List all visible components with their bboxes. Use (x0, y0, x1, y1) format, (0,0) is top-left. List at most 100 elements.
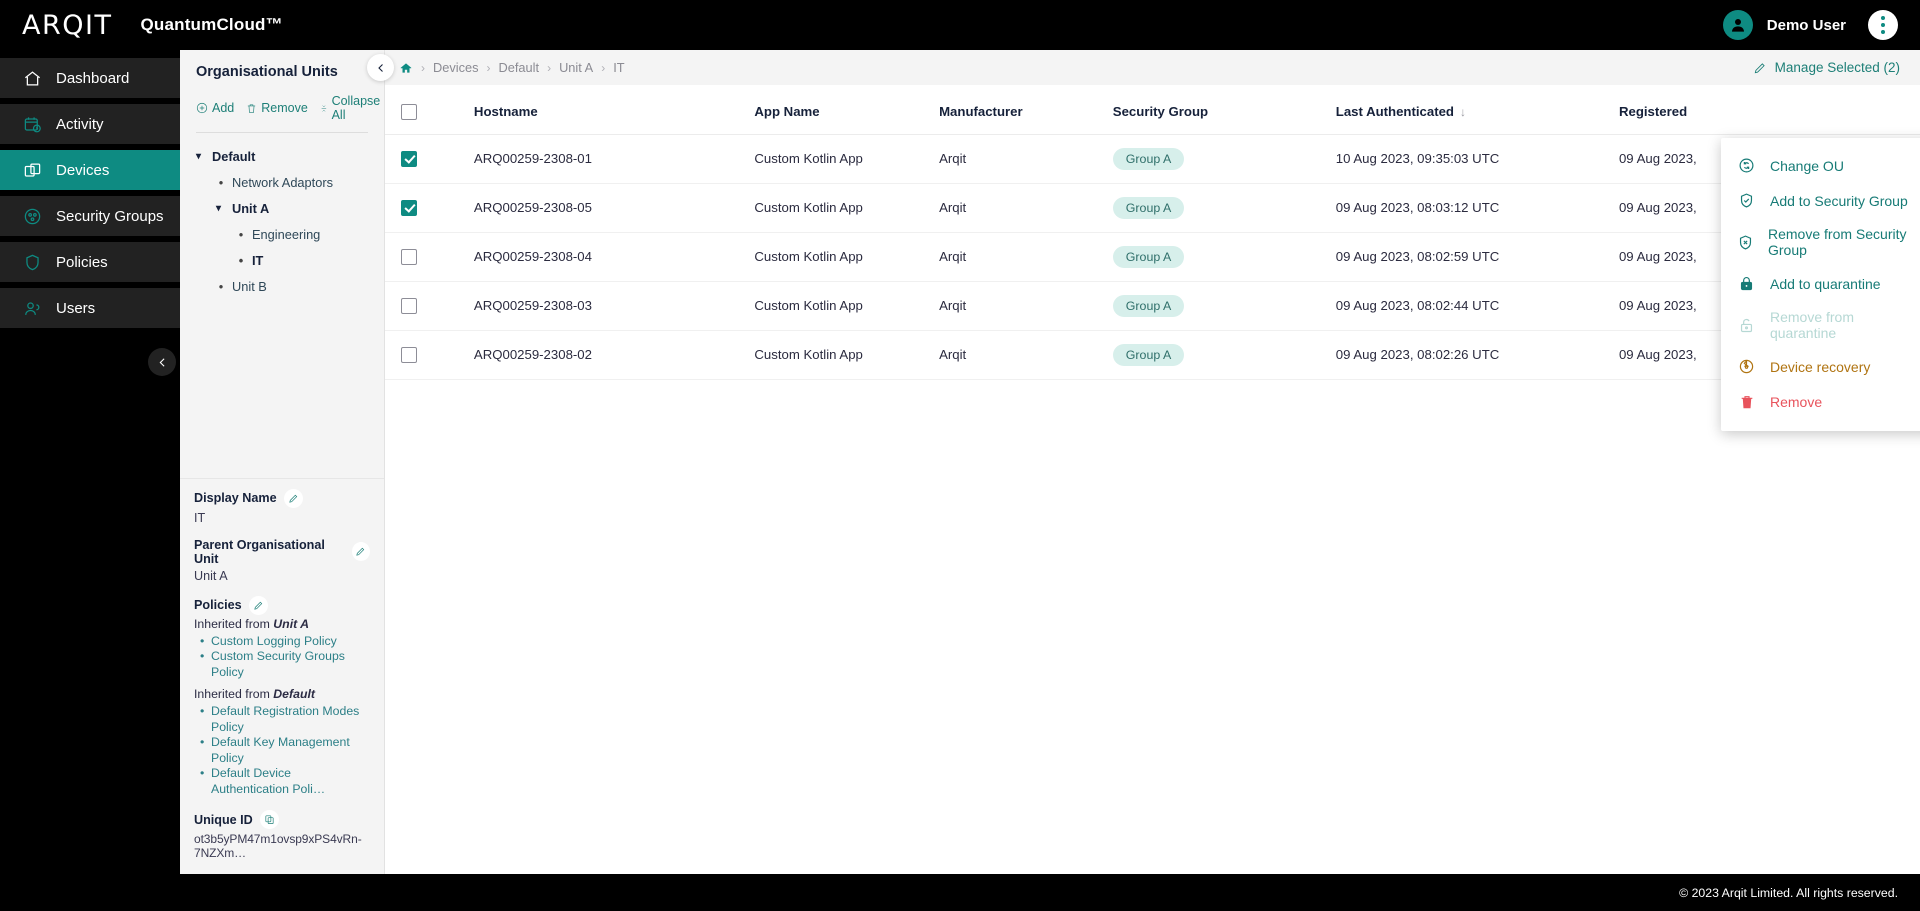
sort-descending-icon: ↓ (1460, 104, 1466, 119)
table-row[interactable]: ARQ00259-2308-02 Custom Kotlin App Arqit… (385, 330, 1920, 380)
breadcrumb-bar: › Devices › Default › Unit A › IT Manage… (367, 50, 1920, 85)
display-name-label-wrap: Display Name (194, 488, 370, 508)
sidebar-item-security-groups[interactable]: Security Groups (0, 196, 180, 236)
breadcrumb-separator: › (547, 60, 552, 75)
row-checkbox[interactable] (401, 248, 417, 265)
row-checkbox[interactable] (401, 150, 417, 167)
menu-item-label: Remove from Security Group (1768, 226, 1907, 258)
sidebar-item-devices[interactable]: Devices (0, 150, 180, 190)
manage-selected-button[interactable]: Manage Selected (2) (1753, 60, 1900, 75)
inherited-source: Unit A (273, 616, 310, 631)
table-row[interactable]: ARQ00259-2308-03 Custom Kotlin App Arqit… (385, 281, 1920, 331)
menu-item-change-ou[interactable]: Change OU (1721, 148, 1920, 183)
column-security-group[interactable]: Security Group (1112, 85, 1336, 135)
table-row[interactable]: ARQ00259-2308-04 Custom Kotlin App Arqit… (385, 232, 1920, 282)
unique-id-label-wrap: Unique ID (194, 810, 370, 829)
home-icon (400, 62, 412, 73)
display-name-value: IT (194, 510, 206, 525)
menu-item-add-to-quarantine[interactable]: Add to quarantine (1721, 266, 1920, 301)
security-group-badge: Group A (1112, 294, 1185, 317)
menu-item-device-recovery[interactable]: Device recovery (1721, 349, 1920, 384)
manage-selected-label: Manage Selected (2) (1774, 60, 1900, 75)
ou-add-button[interactable]: Add (196, 101, 234, 115)
menu-item-remove[interactable]: Remove (1721, 384, 1920, 419)
security-group-badge: Group A (1112, 245, 1185, 268)
ou-panel-title: Organisational Units (196, 64, 338, 80)
cell-app-name: Custom Kotlin App (754, 134, 940, 184)
chevron-left-icon (377, 63, 383, 72)
column-last-authenticated[interactable]: Last Authenticated ↓ (1335, 85, 1619, 135)
pencil-icon (288, 494, 297, 503)
cell-manufacturer: Arqit (939, 183, 1113, 233)
ou-tree-node-default[interactable]: ▾ Default (190, 143, 376, 169)
change-ou-icon (1737, 156, 1756, 175)
policy-item[interactable]: Default Registration Modes Policy (200, 704, 370, 735)
table-row[interactable]: ARQ00259-2308-01 Custom Kotlin App Arqit… (385, 134, 1920, 184)
ou-node-label: Engineering (252, 226, 321, 242)
policy-item[interactable]: Default Key Management Policy (200, 735, 370, 766)
row-checkbox[interactable] (401, 346, 417, 363)
sidebar-item-label: Security Groups (56, 207, 164, 225)
shield-x-icon (1737, 233, 1754, 252)
username-label: Demo User (1766, 16, 1846, 34)
avatar[interactable] (1722, 10, 1753, 40)
lock-open-icon (1737, 316, 1756, 335)
bullet-icon: • (238, 226, 244, 242)
edit-parent-ou-button[interactable] (351, 542, 370, 561)
cell-hostname: ARQ00259-2308-05 (473, 183, 755, 233)
menu-item-add-to-security-group[interactable]: Add to Security Group (1721, 183, 1920, 218)
edit-display-name-button[interactable] (283, 488, 303, 508)
sidebar-item-policies[interactable]: Policies (0, 242, 180, 282)
ou-tree-node-it[interactable]: • IT (190, 247, 376, 273)
column-last-authenticated-label: Last Authenticated (1335, 103, 1454, 119)
copy-unique-id-button[interactable] (259, 810, 279, 829)
sidebar-collapse-button[interactable] (148, 348, 176, 376)
row-checkbox[interactable] (401, 297, 417, 314)
ou-remove-button[interactable]: Remove (246, 101, 308, 115)
policy-item[interactable]: Custom Security Groups Policy (200, 649, 370, 680)
ou-collapse-all-button[interactable]: Collapse All (320, 94, 383, 122)
breadcrumb-home-button[interactable] (399, 61, 413, 75)
column-registered[interactable]: Registered (1618, 85, 1920, 135)
column-manufacturer[interactable]: Manufacturer (939, 85, 1113, 135)
main-content: › Devices › Default › Unit A › IT Manage… (367, 50, 1920, 874)
cell-manufacturer: Arqit (939, 330, 1113, 380)
menu-item-remove-from-security-group[interactable]: Remove from Security Group (1721, 218, 1920, 266)
lock-closed-icon (1737, 274, 1756, 293)
select-all-cell (385, 85, 474, 135)
policy-list-unit-a: Custom Logging Policy Custom Security Gr… (200, 634, 370, 681)
breadcrumb-item-it[interactable]: IT (613, 60, 624, 75)
ou-tree-node-unit-a[interactable]: ▾ Unit A (190, 195, 376, 221)
ou-tree-node-unit-b[interactable]: • Unit B (190, 273, 376, 299)
breadcrumb-item-devices[interactable]: Devices (433, 60, 479, 75)
ou-tree-node-network-adaptors[interactable]: • Network Adaptors (190, 169, 376, 195)
ou-add-label: Add (212, 101, 235, 115)
more-menu-button[interactable] (1868, 10, 1898, 40)
footer: © 2023 Arqit Limited. All rights reserve… (0, 874, 1920, 911)
ou-tree-node-engineering[interactable]: • Engineering (190, 221, 376, 247)
breadcrumb-item-unit-a[interactable]: Unit A (559, 60, 593, 75)
select-all-checkbox[interactable] (401, 103, 417, 120)
edit-policies-button[interactable] (248, 595, 268, 615)
policy-item[interactable]: Default Device Authentication Poli… (200, 766, 370, 797)
table-row[interactable]: ARQ00259-2308-05 Custom Kotlin App Arqit… (385, 183, 1920, 233)
shield-check-icon (1737, 191, 1756, 210)
chevron-left-icon (159, 357, 165, 367)
ou-actions: Add Remove Collapse All (196, 94, 380, 122)
pencil-icon (1754, 62, 1765, 73)
app-body: Dashboard Activity Devices Security Grou… (0, 50, 1920, 874)
policy-item[interactable]: Custom Logging Policy (200, 634, 370, 650)
security-group-badge: Group A (1112, 147, 1185, 170)
row-checkbox[interactable] (401, 199, 417, 216)
breadcrumb-item-default[interactable]: Default (499, 60, 540, 75)
sidebar-item-dashboard[interactable]: Dashboard (0, 58, 180, 98)
bullet-icon: • (238, 252, 244, 268)
column-hostname[interactable]: Hostname (473, 85, 755, 135)
column-app-name[interactable]: App Name (754, 85, 940, 135)
sidebar-item-users[interactable]: Users (0, 288, 180, 328)
ou-panel-collapse-button[interactable] (367, 54, 394, 81)
sidebar-item-activity[interactable]: Activity (0, 104, 180, 144)
unique-id-row: Unique ID ot3b5yPM47m1ovsp9xPS4vRn-7NZXm… (194, 810, 370, 860)
pagination-bar: Per page: (385, 380, 1920, 411)
home-icon (22, 68, 42, 88)
